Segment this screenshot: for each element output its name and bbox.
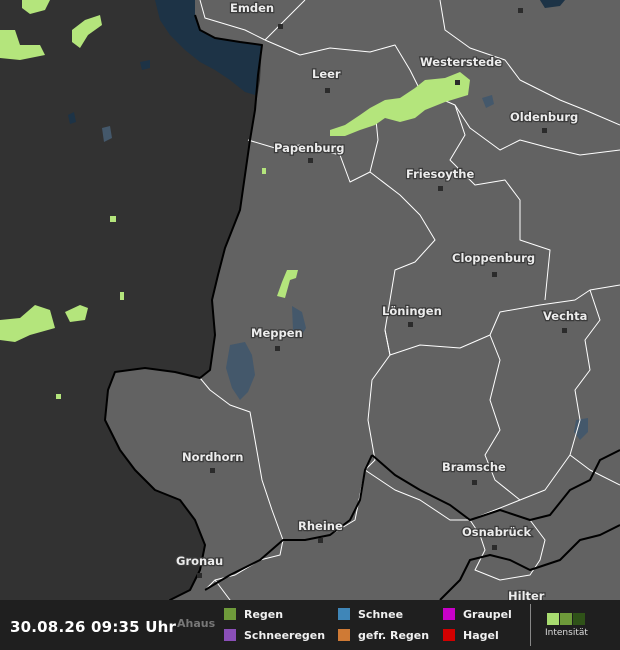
city-label-papenburg: Papenburg [274, 141, 344, 155]
rain-cell [110, 216, 116, 222]
city-label-cloppenburg: Cloppenburg [452, 251, 535, 265]
rain-swatch-icon [224, 608, 236, 620]
legend-item-sleet: Schneeregen [224, 629, 325, 642]
intensity-scale [547, 610, 586, 629]
rain-cell [262, 168, 266, 174]
legend-item-hail: Hagel [443, 629, 499, 642]
city-label-bramsche: Bramsche [442, 460, 506, 474]
city-label-friesoythe: Friesoythe [406, 167, 474, 181]
legend-bar: 30.08.26 09:35 Uhr Ahaus Regen Schneereg… [0, 600, 620, 650]
graupel-swatch-icon [443, 608, 455, 620]
legend-item-snow: Schnee [338, 608, 403, 621]
rain-cell [56, 394, 61, 399]
freezing-rain-swatch-icon [338, 629, 350, 641]
snow-swatch-icon [338, 608, 350, 620]
city-label-westerstede: Westerstede [420, 55, 502, 69]
rain-cell [120, 292, 124, 300]
radar-map[interactable]: Emden Leer Westerstede Oldenburg Papenbu… [0, 0, 620, 650]
intensity-label: Intensität [545, 628, 588, 638]
city-label-nordhorn: Nordhorn [182, 450, 243, 464]
city-label-meppen: Meppen [251, 326, 303, 340]
city-label-rheine: Rheine [298, 519, 343, 533]
legend-item-freezing-rain: gefr. Regen [338, 629, 429, 642]
radar-timestamp: 30.08.26 09:35 Uhr [10, 618, 177, 636]
city-label-ahaus: Ahaus [177, 617, 216, 630]
city-label-emden: Emden [230, 1, 274, 15]
hail-swatch-icon [443, 629, 455, 641]
city-label-oldenburg: Oldenburg [510, 110, 578, 124]
legend-item-graupel: Graupel [443, 608, 512, 621]
city-label-gronau: Gronau [176, 554, 223, 568]
legend-item-rain: Regen [224, 608, 283, 621]
city-label-osnabruck: Osnabrück [462, 525, 531, 539]
city-label-loningen: Löningen [382, 304, 442, 318]
sleet-swatch-icon [224, 629, 236, 641]
intensity-mid-swatch-icon [560, 613, 572, 625]
intensity-low-swatch-icon [547, 613, 559, 625]
city-label-leer: Leer [312, 67, 341, 81]
city-label-vechta: Vechta [543, 309, 587, 323]
intensity-high-swatch-icon [573, 613, 585, 625]
legend-separator [530, 604, 531, 646]
